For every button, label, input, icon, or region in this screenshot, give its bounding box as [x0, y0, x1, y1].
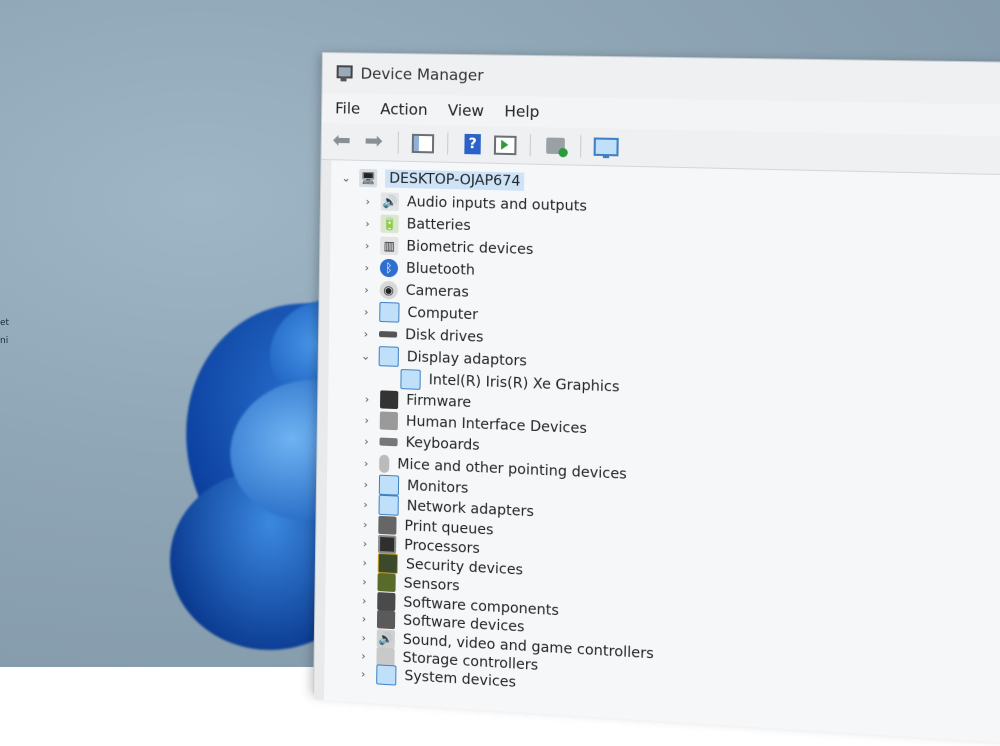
back-icon: ⬅ — [332, 128, 352, 154]
forward-button[interactable]: ➡ — [361, 128, 385, 155]
chevron-right-icon[interactable]: › — [358, 517, 372, 531]
chevron-right-icon[interactable]: › — [361, 194, 375, 208]
monitor-button[interactable] — [593, 134, 619, 159]
computer-icon — [379, 301, 400, 323]
tree-item-label: System devices — [404, 668, 517, 691]
tree-item[interactable]: › 🔋 Batteries — [360, 212, 471, 237]
chevron-down-icon[interactable]: ⌄ — [339, 171, 353, 184]
printer-icon — [378, 515, 397, 535]
chevron-right-icon[interactable]: › — [358, 536, 372, 550]
chevron-right-icon[interactable]: › — [357, 631, 371, 645]
tree-item-label: Computer — [407, 304, 479, 324]
update-driver-button[interactable] — [493, 132, 518, 157]
menu-file[interactable]: File — [334, 97, 361, 120]
battery-icon: 🔋 — [380, 214, 399, 234]
tree-item-label: Display adaptors — [406, 349, 527, 370]
forward-icon: ➡ — [364, 128, 384, 155]
menu-help[interactable]: Help — [503, 100, 540, 123]
tree-item-label: Monitors — [406, 477, 469, 497]
menu-view[interactable]: View — [447, 99, 486, 122]
back-button[interactable]: ⬅ — [330, 128, 354, 154]
device-manager-icon — [335, 64, 353, 82]
keyboard-icon — [379, 437, 398, 447]
properties-button[interactable] — [411, 131, 436, 156]
system-device-icon — [376, 664, 397, 686]
tree-item-label: Bluetooth — [405, 260, 475, 279]
tree-item-label: Firmware — [406, 392, 472, 412]
disk-drive-icon — [378, 331, 398, 338]
scan-hardware-button[interactable] — [543, 133, 568, 158]
chevron-right-icon[interactable]: › — [360, 413, 374, 427]
tree-item-expanded[interactable]: ⌄ Display adaptors — [359, 344, 527, 372]
chevron-right-icon[interactable]: › — [360, 392, 374, 406]
chevron-right-icon[interactable]: › — [359, 327, 373, 341]
tree-item-label: Biometric devices — [406, 238, 534, 259]
update-driver-icon — [493, 134, 517, 155]
chevron-right-icon[interactable]: › — [360, 261, 374, 274]
menu-action[interactable]: Action — [379, 98, 429, 121]
firmware-icon — [379, 390, 399, 410]
monitor-icon — [593, 137, 619, 159]
tree-item-label: Cameras — [405, 282, 469, 301]
chevron-right-icon[interactable]: › — [357, 593, 371, 607]
camera-icon: ◉ — [379, 280, 398, 300]
desktop-icon-label[interactable]: ni — [0, 336, 8, 346]
chevron-right-icon[interactable]: › — [356, 667, 370, 681]
processor-icon — [377, 534, 397, 554]
display-adapter-icon — [400, 368, 421, 390]
network-adapter-icon — [378, 494, 399, 516]
help-button[interactable]: ? — [460, 132, 485, 157]
tree-root[interactable]: ⌄ 🖥 DESKTOP-OJAP674 — [339, 166, 525, 193]
display-adapter-icon — [378, 346, 399, 367]
monitor-icon — [378, 474, 400, 496]
chevron-right-icon[interactable]: › — [357, 574, 371, 588]
chevron-right-icon[interactable]: › — [358, 555, 372, 569]
toolbar-separator — [529, 134, 531, 157]
speaker-icon: 🔊 — [380, 192, 400, 211]
chevron-down-icon[interactable]: ⌄ — [359, 349, 373, 363]
tree-root-label: DESKTOP-OJAP674 — [385, 169, 525, 191]
chevron-right-icon[interactable]: › — [360, 239, 374, 252]
tree-item-label: Batteries — [406, 216, 471, 235]
fingerprint-icon: ▥ — [380, 236, 399, 256]
window-title: Device Manager — [360, 64, 484, 85]
chevron-right-icon[interactable]: › — [360, 217, 374, 230]
chevron-right-icon[interactable]: › — [359, 456, 373, 470]
tree-item-label: Disk drives — [405, 326, 484, 346]
toolbar-separator — [397, 131, 399, 154]
device-manager-window: Device Manager File Action View Help ⬅ ➡… — [313, 52, 1000, 746]
sensor-icon — [377, 572, 396, 593]
bluetooth-icon: ᛒ — [379, 258, 399, 278]
chevron-right-icon[interactable]: › — [357, 612, 371, 626]
scan-hardware-icon — [546, 137, 568, 158]
toolbar-separator — [447, 132, 449, 155]
device-tree: ⌄ 🖥 DESKTOP-OJAP674 › 🔊 Audio inputs and o… — [314, 159, 1000, 746]
chevron-right-icon[interactable]: › — [359, 477, 373, 491]
tree-item-label: Keyboards — [405, 434, 480, 454]
tree-item-label: Audio inputs and outputs — [406, 194, 588, 215]
mouse-icon — [379, 454, 390, 474]
toolbar-separator — [580, 135, 582, 158]
computer-root-icon: 🖥 — [359, 168, 378, 188]
chevron-right-icon[interactable]: › — [360, 283, 374, 296]
chevron-right-icon[interactable]: › — [359, 305, 373, 319]
chevron-right-icon[interactable]: › — [359, 497, 373, 511]
properties-icon — [411, 133, 435, 153]
hid-icon — [379, 411, 399, 431]
desktop-icon-label[interactable]: et — [0, 318, 9, 328]
help-icon: ? — [464, 133, 481, 155]
chevron-right-icon[interactable]: › — [359, 434, 373, 448]
chevron-right-icon[interactable]: › — [356, 649, 370, 663]
